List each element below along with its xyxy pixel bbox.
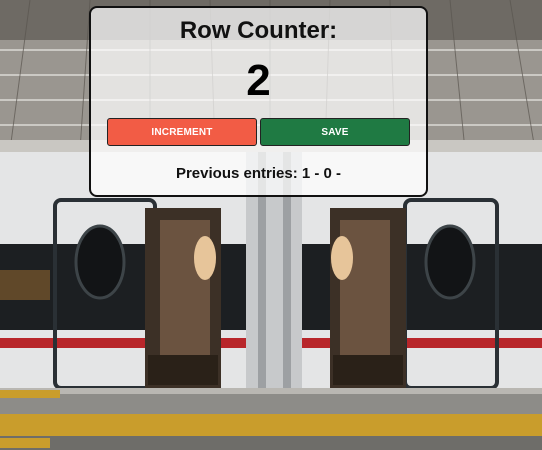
row-counter-card: Row Counter: 2 INCREMENT SAVE Previous e… [89,6,428,197]
save-button[interactable]: SAVE [260,118,410,146]
counter-title: Row Counter: [179,17,338,44]
increment-button[interactable]: INCREMENT [107,118,257,146]
previous-entries-text: Previous entries: 1 - 0 - [175,165,342,182]
counter-value: 2 [246,56,271,105]
